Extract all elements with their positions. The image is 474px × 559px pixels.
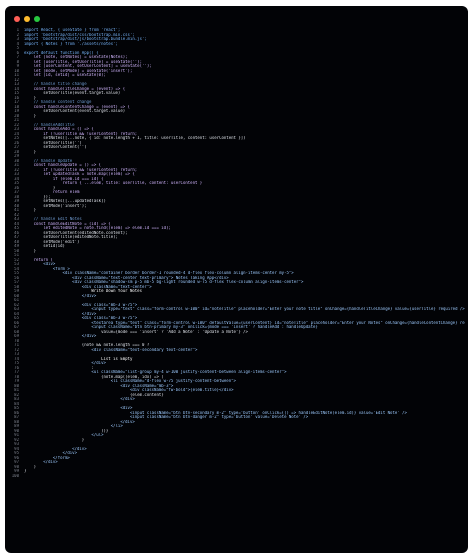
- code-line: 100: [10, 474, 465, 479]
- line-number: 100: [11, 473, 19, 478]
- maximize-window-dot[interactable]: [34, 16, 40, 22]
- close-window-dot[interactable]: [14, 16, 20, 22]
- window-controls: [14, 16, 40, 22]
- code-window: 1 import React, { useState } from 'react'…: [5, 6, 468, 553]
- minimize-window-dot[interactable]: [24, 16, 30, 22]
- code-editor: 1 import React, { useState } from 'react'…: [10, 28, 465, 478]
